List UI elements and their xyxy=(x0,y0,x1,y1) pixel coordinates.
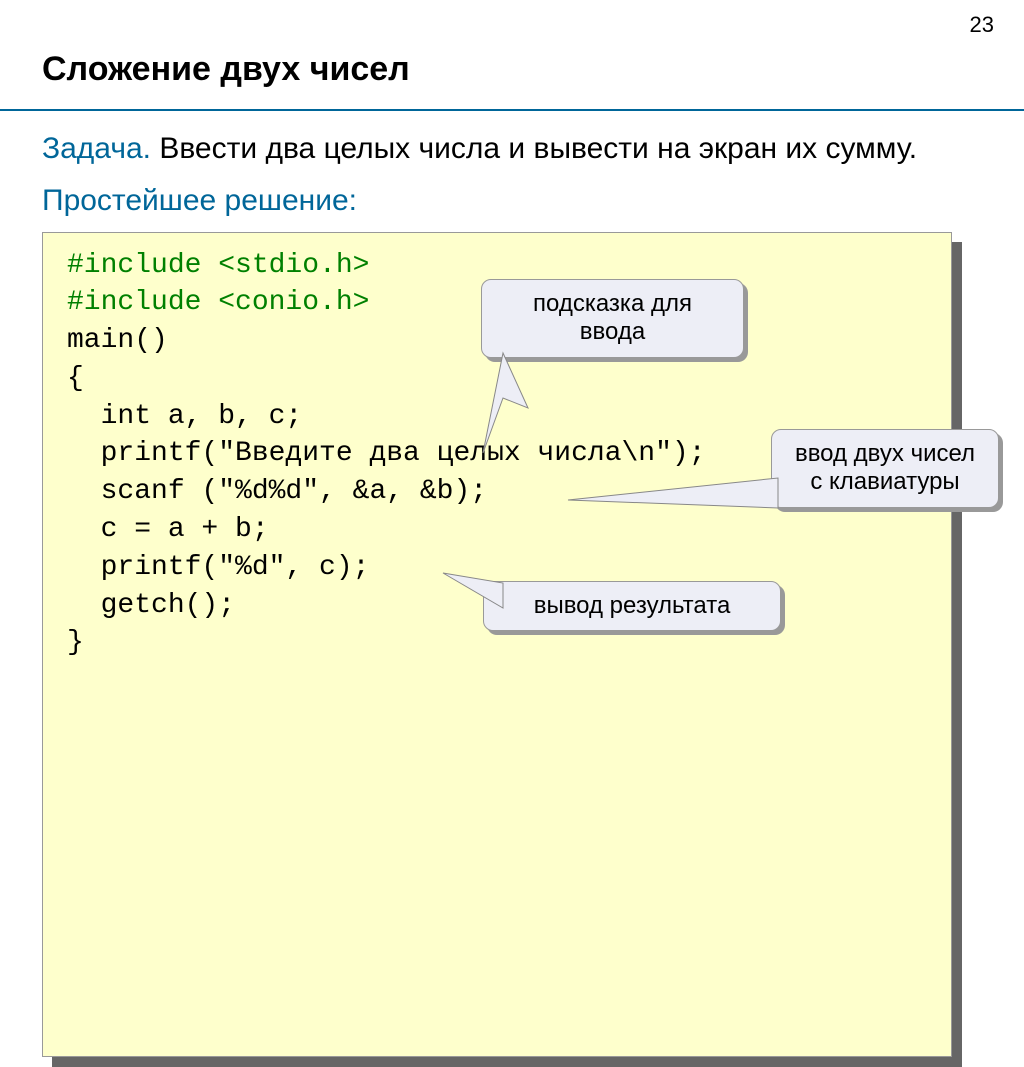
code-line-7: scanf ("%d%d", &a, &b); xyxy=(67,476,487,507)
task-label: Задача. xyxy=(42,132,151,165)
content-area: Задача. Ввести два целых числа и вывести… xyxy=(0,111,1024,1057)
code-line-10: getch(); xyxy=(67,590,235,621)
task-body: Ввести два целых числа и вывести на экра… xyxy=(151,132,917,165)
code-line-11: } xyxy=(67,627,84,658)
pointer-connector-2 xyxy=(568,478,788,518)
code-line-9: printf("%d", c); xyxy=(67,552,369,583)
code-line-5: int a, b, c; xyxy=(67,401,302,432)
code-line-4: { xyxy=(67,363,84,394)
callout-keyboard-input: ввод двух чисел с клавиатуры xyxy=(771,429,999,509)
code-line-3: main() xyxy=(67,325,168,356)
page-title: Сложение двух чисел xyxy=(0,0,1024,111)
solution-label: Простейшее решение: xyxy=(42,184,982,218)
task-paragraph: Задача. Ввести два целых числа и вывести… xyxy=(42,129,982,170)
page-number: 23 xyxy=(970,12,994,38)
code-container: #include <stdio.h> #include <conio.h> ma… xyxy=(42,232,952,1058)
callout-hint-input: подсказка для ввода xyxy=(481,279,744,359)
code-block: #include <stdio.h> #include <conio.h> ma… xyxy=(42,232,952,1058)
code-line-2: #include <conio.h> xyxy=(67,287,369,318)
code-line-6: printf("Введите два целых числа\n"); xyxy=(67,438,706,469)
code-line-8: c = a + b; xyxy=(67,514,269,545)
callout-output-result: вывод результата xyxy=(483,581,781,632)
code-line-1: #include <stdio.h> xyxy=(67,250,369,281)
